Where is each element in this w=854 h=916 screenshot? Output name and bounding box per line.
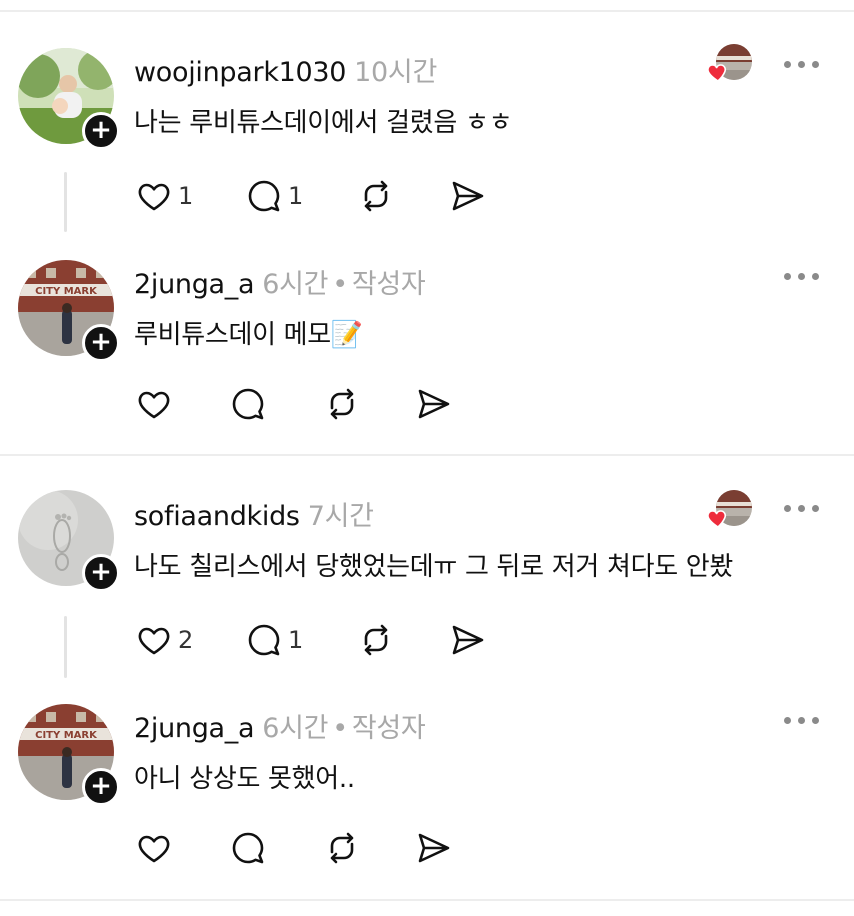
send-arrow-icon: [452, 625, 484, 655]
more-dots-icon[interactable]: [782, 498, 822, 518]
reply-button[interactable]: [228, 382, 268, 426]
send-arrow-icon: [418, 833, 450, 863]
more-dots-icon[interactable]: [782, 54, 822, 74]
bottom-divider: [0, 899, 854, 901]
send-arrow-icon: [418, 389, 450, 419]
follow-button[interactable]: +: [82, 112, 120, 150]
reply-count: 1: [288, 182, 304, 210]
comment-text: 나는 루비튜스데이에서 걸렸음 ㅎㅎ: [134, 108, 513, 138]
timestamp: 6시간: [262, 713, 329, 744]
speech-bubble-icon: [248, 180, 280, 212]
thread-connector: [64, 172, 67, 232]
like-count: 1: [178, 182, 194, 210]
repost-arrows-icon: [330, 832, 354, 864]
speech-bubble-icon: [248, 624, 280, 656]
repost-arrows-icon: [364, 624, 388, 656]
author-liked-indicator: [706, 490, 752, 536]
repost-arrows-icon: [364, 180, 388, 212]
username[interactable]: 2junga_a: [134, 269, 255, 300]
reply-count: 1: [288, 626, 304, 654]
more-dots-icon[interactable]: [782, 266, 822, 286]
heart-outline-icon: [138, 391, 170, 419]
share-button[interactable]: [448, 174, 488, 218]
name-line: 2junga_a 6시간 • 작성자: [134, 706, 426, 745]
thread-connector: [64, 616, 67, 678]
follow-button[interactable]: +: [82, 768, 120, 806]
username[interactable]: 2junga_a: [134, 713, 255, 744]
more-dots-icon[interactable]: [782, 710, 822, 730]
name-line: 2junga_a 6시간 • 작성자: [134, 262, 426, 301]
repost-button[interactable]: [322, 826, 362, 870]
share-button[interactable]: [448, 618, 488, 662]
username[interactable]: sofiaandkids: [134, 501, 300, 532]
reply-button[interactable]: 1: [244, 174, 303, 218]
like-button[interactable]: 1: [134, 174, 193, 218]
follow-button[interactable]: +: [82, 324, 120, 362]
svg-text:CITY MARK: CITY MARK: [35, 730, 98, 741]
comment-text: 나도 칠리스에서 당했었는데ㅠ 그 뒤로 저거 쳐다도 안봤: [134, 552, 734, 582]
separator-dot: •: [332, 713, 348, 744]
timestamp: 6시간: [262, 269, 329, 300]
follow-button[interactable]: +: [82, 554, 120, 592]
heart-filled-icon: [707, 510, 727, 529]
send-arrow-icon: [452, 181, 484, 211]
like-button[interactable]: 2: [134, 618, 193, 662]
heart-outline-icon: [138, 183, 170, 211]
svg-text:CITY MARK: CITY MARK: [35, 286, 98, 297]
thread-divider: [0, 454, 854, 456]
author-liked-indicator: [706, 44, 752, 90]
author-badge: 작성자: [351, 713, 426, 744]
repost-button[interactable]: [356, 174, 396, 218]
repost-button[interactable]: [356, 618, 396, 662]
name-line: sofiaandkids 7시간: [134, 494, 374, 533]
heart-outline-icon: [138, 835, 170, 863]
like-button[interactable]: [134, 826, 174, 870]
share-button[interactable]: [414, 826, 454, 870]
timestamp: 10시간: [354, 57, 438, 88]
name-line: woojinpark1030 10시간: [134, 50, 437, 89]
username[interactable]: woojinpark1030: [134, 57, 346, 88]
reply-button[interactable]: [228, 826, 268, 870]
heart-outline-icon: [138, 627, 170, 655]
repost-arrows-icon: [330, 388, 354, 420]
comment-text: 아니 상상도 못했어..: [134, 764, 355, 794]
top-divider: [0, 10, 854, 12]
comment-text: 루비튜스데이 메모📝: [134, 320, 363, 350]
like-button[interactable]: [134, 382, 174, 426]
like-count: 2: [178, 626, 194, 654]
reply-button[interactable]: 1: [244, 618, 303, 662]
repost-button[interactable]: [322, 382, 362, 426]
speech-bubble-icon: [232, 832, 264, 864]
author-badge: 작성자: [351, 269, 426, 300]
timestamp: 7시간: [307, 501, 374, 532]
share-button[interactable]: [414, 382, 454, 426]
separator-dot: •: [332, 269, 348, 300]
speech-bubble-icon: [232, 388, 264, 420]
heart-filled-icon: [707, 64, 727, 83]
